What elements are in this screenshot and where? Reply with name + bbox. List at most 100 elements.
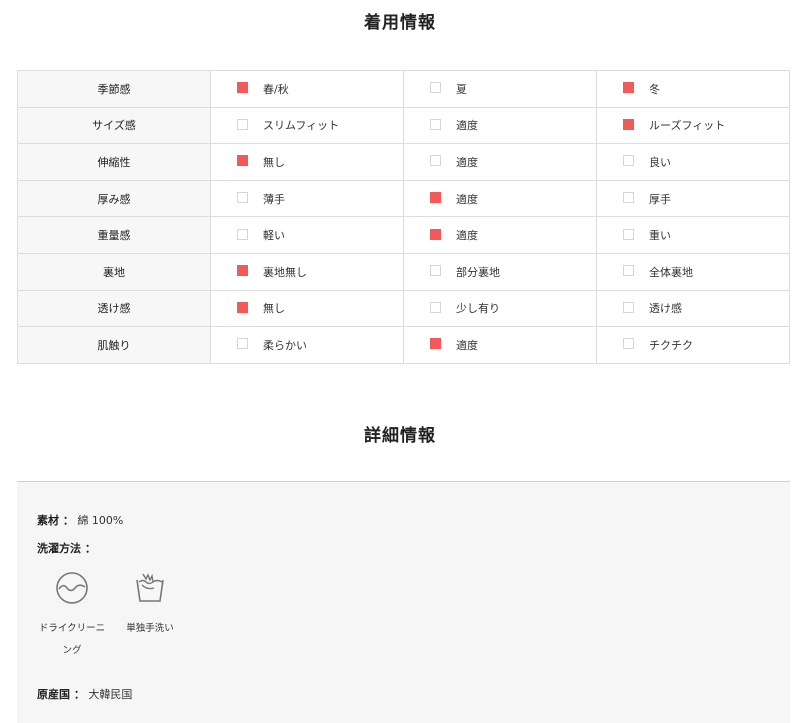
- fit-option-label: 重い: [649, 229, 671, 243]
- fit-option-label: 夏: [456, 82, 467, 96]
- fit-option: 無し: [210, 143, 404, 181]
- fit-option-label: 春/秋: [263, 82, 289, 96]
- fit-option-label: 良い: [649, 155, 671, 169]
- fit-option: 裏地無し: [210, 252, 404, 291]
- fit-option: 夏: [403, 70, 597, 108]
- checked-square-icon: [430, 192, 441, 204]
- fit-row-label: 伸縮性: [17, 143, 211, 181]
- fit-option: 柔らかい: [210, 326, 404, 364]
- unchecked-square-icon: [623, 265, 634, 277]
- checked-square-icon: [430, 228, 441, 240]
- fit-row: 伸縮性 無し 適度 良い: [17, 143, 790, 181]
- detail-info-panel: 素材 ： 綿 100% 洗濯方法 ： ドライクリーニ ング 単独手洗い 原産国 …: [17, 481, 790, 723]
- fit-row: 裏地 裏地無し 部分裏地 全体裏地: [17, 252, 790, 291]
- fit-option: 少し有り: [403, 289, 597, 328]
- fit-option: 無し: [210, 289, 404, 328]
- checked-square-icon: [623, 118, 634, 130]
- fit-row-label: サイズ感: [17, 106, 211, 145]
- hand-wash-label-1: 単独手洗い: [126, 623, 174, 634]
- unchecked-square-icon: [237, 118, 248, 130]
- origin-label: 原産国 ：: [37, 688, 85, 701]
- fit-row-label: 厚み感: [17, 179, 211, 218]
- fit-option: 春/秋: [210, 70, 404, 108]
- unchecked-square-icon: [623, 228, 634, 240]
- dry-clean-icon: [56, 572, 88, 604]
- fit-row-label: 裏地: [17, 252, 211, 291]
- fit-option-label: 透け感: [649, 302, 682, 316]
- checked-square-icon: [237, 265, 248, 277]
- fit-option-label: 適度: [456, 119, 478, 133]
- unchecked-square-icon: [623, 155, 634, 167]
- fit-option-label: 少し有り: [456, 302, 500, 316]
- unchecked-square-icon: [430, 265, 441, 277]
- unchecked-square-icon: [430, 118, 441, 130]
- fit-option: 全体裏地: [596, 252, 790, 291]
- fit-option-label: 全体裏地: [649, 265, 693, 279]
- fit-row: サイズ感 スリムフィット 適度 ルーズフィット: [17, 106, 790, 145]
- unchecked-square-icon: [430, 82, 441, 94]
- fit-option: 適度: [403, 106, 597, 145]
- fit-option: ルーズフィット: [596, 106, 790, 145]
- unchecked-square-icon: [430, 301, 441, 313]
- checked-square-icon: [237, 82, 248, 94]
- fit-row: 透け感 無し 少し有り 透け感: [17, 289, 790, 328]
- fit-option: 薄手: [210, 179, 404, 218]
- wash-label: 洗濯方法 ：: [37, 542, 96, 555]
- fit-option-label: 無し: [263, 155, 285, 169]
- fit-option-label: 無し: [263, 302, 285, 316]
- unchecked-square-icon: [430, 155, 441, 167]
- fit-option-label: 部分裏地: [456, 265, 500, 279]
- fit-option: 良い: [596, 143, 790, 181]
- fit-row-label: 季節感: [17, 70, 211, 108]
- fit-option-label: 裏地無し: [263, 265, 307, 279]
- fit-option: 冬: [596, 70, 790, 108]
- material-row: 素材 ： 綿 100%: [37, 512, 123, 528]
- wash-method-hand-wash: 単独手洗い: [115, 570, 185, 640]
- wearing-info-title: 着用情報: [364, 13, 436, 33]
- fit-option-label: 適度: [456, 155, 478, 169]
- checked-square-icon: [623, 82, 634, 94]
- fit-option: スリムフィット: [210, 106, 404, 145]
- fit-row: 肌触り 柔らかい 適度 チクチク: [17, 326, 790, 364]
- fit-option-label: ルーズフィット: [649, 119, 726, 133]
- unchecked-square-icon: [237, 228, 248, 240]
- unchecked-square-icon: [237, 192, 248, 204]
- fit-option: 透け感: [596, 289, 790, 328]
- fit-option-label: 適度: [456, 229, 478, 243]
- fit-option: チクチク: [596, 326, 790, 364]
- fit-option: 適度: [403, 143, 597, 181]
- fit-option-label: チクチク: [649, 338, 693, 352]
- fit-option-label: 薄手: [263, 192, 285, 206]
- unchecked-square-icon: [623, 301, 634, 313]
- checked-square-icon: [237, 301, 248, 313]
- unchecked-square-icon: [237, 338, 248, 350]
- fit-option-label: 厚手: [649, 192, 671, 206]
- unchecked-square-icon: [623, 338, 634, 350]
- fit-option-label: 冬: [649, 82, 660, 96]
- checked-square-icon: [237, 155, 248, 167]
- wearing-info-table: 季節感 春/秋夏冬サイズ感 スリムフィット 適度 ルーズフィット 伸縮性 無し 適度 良い 厚み感…: [17, 70, 790, 364]
- fit-row: 重量感 軽い 適度 重い: [17, 216, 790, 254]
- wash-method-dry-clean: ドライクリーニ ング: [37, 570, 107, 662]
- fit-row: 厚み感 薄手 適度 厚手: [17, 179, 790, 218]
- fit-option: 適度: [403, 326, 597, 364]
- origin-value: 大韓民国: [88, 688, 133, 701]
- hand-wash-icon: [136, 573, 164, 602]
- material-label: 素材 ：: [37, 514, 74, 527]
- fit-option: 適度: [403, 216, 597, 254]
- fit-option: 部分裏地: [403, 252, 597, 291]
- dry-clean-label-1: ドライクリーニ: [38, 623, 106, 634]
- fit-option-label: 適度: [456, 338, 478, 352]
- fit-option-label: スリムフィット: [263, 119, 340, 133]
- wash-row: 洗濯方法 ：: [37, 540, 96, 556]
- fit-option: 軽い: [210, 216, 404, 254]
- material-value: 綿 100%: [77, 514, 124, 527]
- origin-row: 原産国 ： 大韓民国: [37, 686, 132, 702]
- fit-option-label: 軽い: [263, 229, 285, 243]
- detail-info-title: 詳細情報: [364, 426, 436, 446]
- dry-clean-label-2: ング: [62, 645, 82, 656]
- fit-row-label: 重量感: [17, 216, 211, 254]
- fit-row: 季節感 春/秋 夏 冬: [17, 70, 790, 108]
- unchecked-square-icon: [623, 192, 634, 204]
- fit-row-label: 透け感: [17, 289, 211, 328]
